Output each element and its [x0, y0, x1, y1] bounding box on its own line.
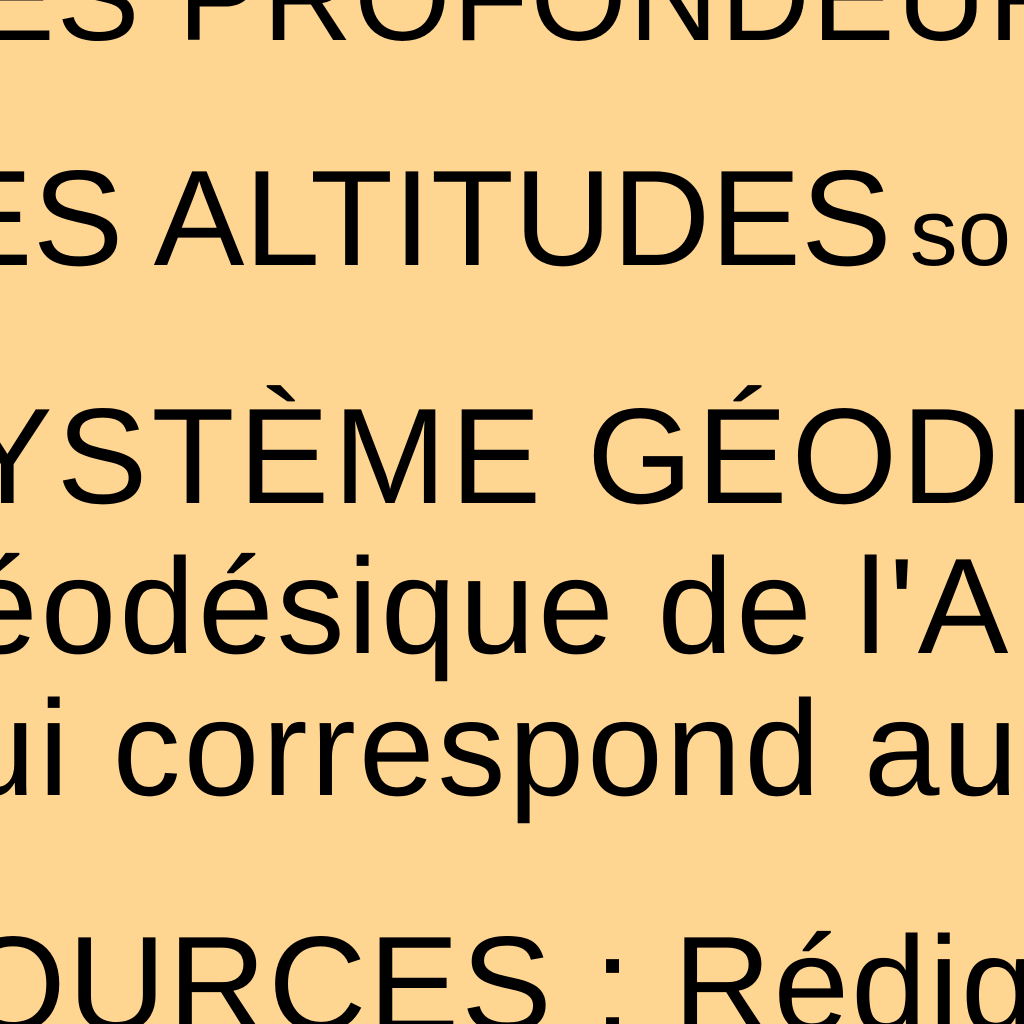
- text-line-systeme-geodesique: YSTÈME GÉODÉ: [0, 380, 1024, 532]
- altitudes-continuation: so: [909, 179, 1012, 286]
- altitudes-heading: ES ALTITUDES: [0, 142, 892, 294]
- text-line-profondeurs: ES PROFONDEUR: [0, 0, 1024, 60]
- text-line-geodesique: éodésique de l'A: [0, 530, 1012, 682]
- text-line-sources: OURCES : Rédigé: [0, 908, 1024, 1024]
- text-line-correspond: ui correspond au V: [0, 672, 1024, 824]
- document-page: ES PROFONDEUR ES ALTITUDESso YSTÈME GÉOD…: [0, 0, 1024, 1024]
- text-line-altitudes: ES ALTITUDES so: [0, 150, 1011, 286]
